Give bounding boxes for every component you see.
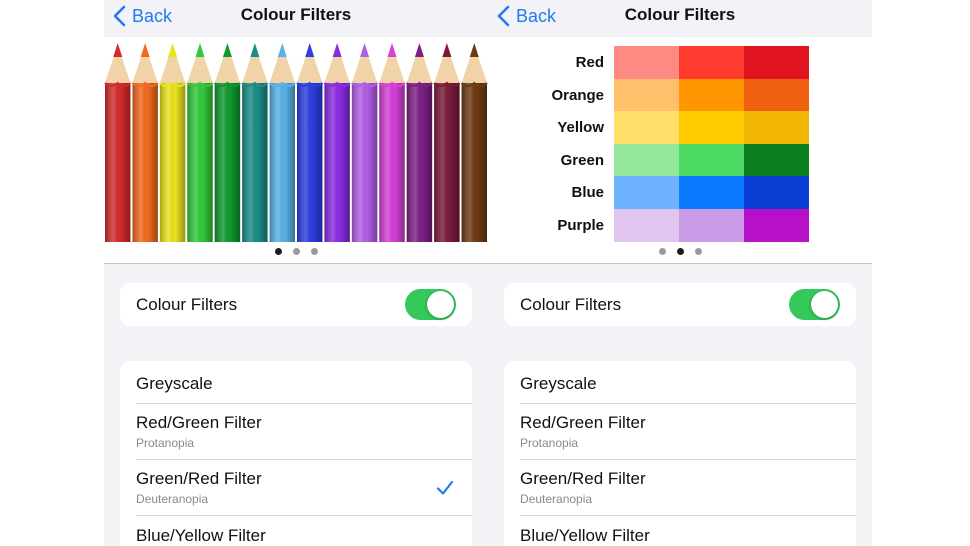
swatch-row-blue: Blue [488, 176, 872, 209]
colour-filters-switch[interactable] [789, 289, 840, 320]
option-title: Greyscale [520, 374, 597, 393]
navigation-bar: Back Colour Filters [104, 0, 488, 36]
page-title: Colour Filters [240, 5, 352, 24]
swatch-row-red: Red [488, 46, 872, 79]
pencil [405, 43, 433, 242]
swatch-cell [744, 78, 809, 112]
option-subtitle: Protanopia [136, 436, 195, 450]
preview-separator [488, 263, 872, 264]
pencils-preview[interactable] [104, 37, 488, 263]
pencil [131, 43, 159, 242]
page-title: Colour Filters [624, 5, 736, 24]
option-title: Blue/Yellow Filter [520, 526, 650, 545]
swatch-cell [614, 78, 679, 112]
page-dot [658, 248, 666, 255]
swatch-cell [744, 143, 809, 177]
page-indicator[interactable] [104, 248, 488, 255]
pencil [433, 43, 461, 242]
colour-grid-preview[interactable]: Red Orange Yellow Green Blue Purple [488, 37, 872, 263]
switch-knob [811, 291, 838, 318]
swatch-row-label: Blue [571, 184, 604, 202]
swatch-row-label: Yellow [557, 119, 604, 137]
filter-options-list: Greyscale Red/Green Filter Protanopia Gr… [504, 361, 856, 546]
option-subtitle: Deuteranopia [520, 492, 593, 506]
option-title: Blue/Yellow Filter [136, 526, 266, 545]
page-dot [310, 248, 318, 255]
swatch-cell [614, 209, 679, 242]
swatch-cell [744, 46, 809, 79]
filter-options-list: Greyscale Red/Green Filter Protanopia Gr… [120, 361, 472, 546]
pencil [460, 43, 488, 242]
page-dot [292, 248, 300, 255]
pencil [241, 43, 269, 242]
page-dot [274, 248, 282, 255]
option-title: Red/Green Filter [520, 413, 646, 432]
navigation-bar: Back Colour Filters [488, 0, 872, 36]
swatch-cell [614, 46, 679, 79]
colour-filters-switch[interactable] [405, 289, 456, 320]
option-red-green-filter[interactable]: Red/Green Filter Protanopia [120, 404, 472, 460]
pencil [159, 43, 187, 242]
swatch-row-label: Purple [557, 217, 604, 234]
colour-filters-toggle-row: Colour Filters [504, 283, 856, 326]
swatch-cell [679, 78, 744, 112]
option-subtitle: Protanopia [520, 436, 579, 450]
option-greyscale[interactable]: Greyscale [120, 361, 472, 404]
swatch-cell [614, 143, 679, 177]
swatch-cell [614, 176, 679, 209]
swatch-row-label: Green [560, 151, 604, 169]
swatch-cell [614, 111, 679, 144]
swatch-row-green: Green [488, 143, 872, 177]
pencil [186, 43, 214, 242]
swatch-row-purple: Purple [488, 209, 872, 242]
swatch-cell [679, 176, 744, 209]
screen-colour-grid: Back Colour Filters Red Orange Yellow Green… [488, 0, 872, 546]
swatch-cell [744, 209, 809, 242]
pencil [104, 43, 132, 242]
swatch-cell [679, 111, 744, 144]
swatch-cell [744, 111, 809, 144]
swatch-cell [744, 176, 809, 209]
option-subtitle: Deuteranopia [136, 492, 209, 506]
preview-separator [104, 263, 488, 264]
option-red-green-filter[interactable]: Red/Green Filter Protanopia [504, 404, 856, 460]
swatch-row-orange: Orange [488, 78, 872, 112]
colour-filters-toggle-row: Colour Filters [120, 283, 472, 326]
pencil [213, 43, 241, 242]
swatch-row-label: Orange [551, 86, 604, 104]
option-title: Greyscale [136, 374, 213, 393]
toggle-label: Colour Filters [136, 295, 238, 314]
option-title: Green/Red Filter [520, 469, 646, 488]
swatch-cell [679, 46, 744, 79]
toggle-label: Colour Filters [520, 295, 622, 314]
screen-pencils: Back Colour Filters Colour Filters Greys… [104, 0, 488, 546]
swatch-row-yellow: Yellow [488, 111, 872, 144]
swatch-row-label: Red [575, 54, 604, 71]
option-blue-yellow-filter[interactable]: Blue/Yellow Filter [504, 516, 856, 546]
option-title: Green/Red Filter [136, 469, 262, 488]
option-green-red-filter[interactable]: Green/Red Filter Deuteranopia [120, 460, 472, 516]
swatch-cell [679, 209, 744, 242]
checkmark-icon [436, 480, 454, 495]
option-blue-yellow-filter[interactable]: Blue/Yellow Filter [120, 516, 472, 546]
swatch-cell [679, 143, 744, 177]
option-title: Red/Green Filter [136, 413, 262, 432]
pencil [268, 43, 296, 242]
page-dot [694, 248, 702, 255]
pencil [351, 43, 379, 242]
page-dot [676, 248, 684, 255]
page-indicator[interactable] [488, 248, 872, 255]
pencils-image [104, 43, 488, 242]
pencil [378, 43, 406, 242]
switch-knob [427, 291, 454, 318]
pencil [323, 43, 351, 242]
option-green-red-filter[interactable]: Green/Red Filter Deuteranopia [504, 460, 856, 516]
option-greyscale[interactable]: Greyscale [504, 361, 856, 404]
pencil [296, 43, 324, 242]
